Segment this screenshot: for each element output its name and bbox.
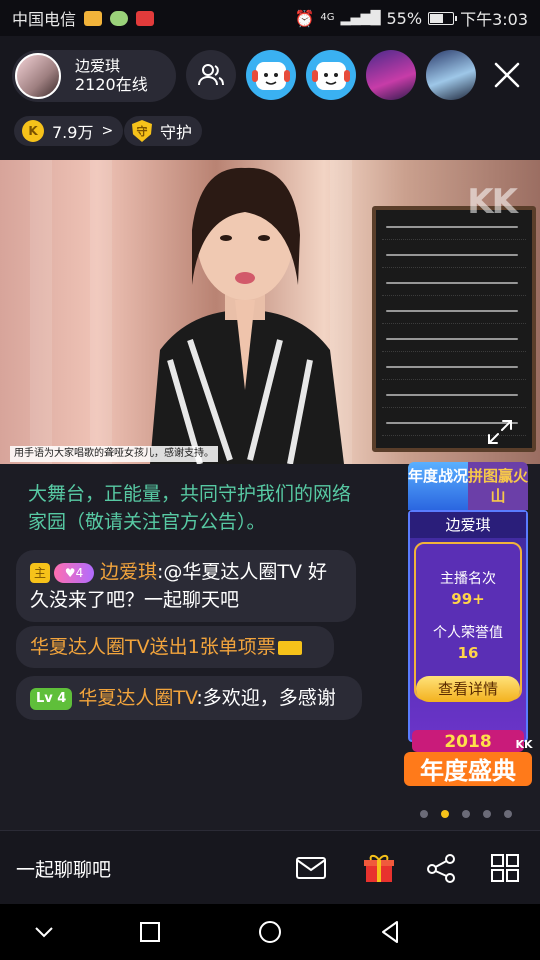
status-bar: 中国电信 ⏰ 4G ▂▄▆█ 55% 下午3:03 (0, 0, 540, 36)
tab-annual-status[interactable]: 年度战况 (408, 462, 468, 510)
board-text-line (382, 302, 526, 324)
carousel-dot-active (441, 810, 449, 818)
back-icon[interactable] (376, 918, 404, 946)
shield-icon: 守 (132, 120, 152, 142)
host-name: 边爱琪 (75, 56, 121, 75)
alarm-icon: ⏰ (294, 8, 315, 28)
gift-icon[interactable] (362, 851, 396, 885)
recent-apps-icon[interactable] (136, 918, 164, 946)
viewer-avatar[interactable] (246, 50, 296, 100)
viewer-avatar[interactable] (306, 50, 356, 100)
rank-label: 主播名次 (440, 571, 496, 587)
svg-text:2018: 2018 (444, 732, 491, 752)
board-text-line (382, 386, 526, 408)
close-icon[interactable] (492, 60, 522, 90)
chat-sender[interactable]: 华夏达人圈TV (78, 687, 196, 709)
chevron-right-icon: > (101, 123, 114, 139)
wechat-icon (110, 10, 129, 26)
gift-text: 华夏达人圈TV送出1张单项票 (30, 636, 276, 658)
curtain-stripe (90, 160, 112, 464)
event-card[interactable]: 边爱琪 主播名次 99+ 个人荣誉值 16 查看详情 (408, 510, 528, 742)
bottom-toolbar: 一起聊聊吧 (0, 830, 540, 904)
rank-value: 99+ (451, 590, 485, 608)
carrier-label: 中国电信 (12, 10, 77, 29)
event-stats: 主播名次 99+ 个人荣誉值 16 查看详情 (414, 542, 522, 702)
board-text-line (382, 274, 526, 296)
annual-gala-banner[interactable]: 2018 年度盛典 KK (398, 722, 538, 794)
app-notification-icon (84, 10, 103, 26)
users-icon (198, 64, 224, 86)
cartoon-avatar-icon (252, 62, 290, 90)
blackboard (372, 206, 536, 452)
viewer-avatar[interactable] (426, 50, 476, 100)
online-count: 2120在线 (75, 75, 148, 95)
coin-contribution[interactable]: K 7.9万 > (14, 116, 124, 146)
guard-button[interactable]: 守 守护 (124, 116, 203, 146)
curtain-stripe (30, 160, 52, 464)
chat-message[interactable]: Lv 4 华夏达人圈TV:多欢迎，多感谢 (16, 676, 362, 720)
host-badge: 主 (30, 562, 50, 583)
coin-icon: K (22, 120, 44, 142)
toutiao-icon (136, 10, 155, 26)
event-host-name: 边爱琪 (410, 512, 526, 538)
fans-button[interactable] (186, 50, 236, 100)
svg-text:年度盛典: 年度盛典 (420, 757, 516, 785)
honor-value: 16 (457, 644, 479, 662)
host-avatar[interactable] (15, 53, 61, 99)
battery-percent: 55% (386, 8, 423, 28)
chat-text: :多欢迎，多感谢 (196, 687, 336, 709)
streamer-figure (150, 167, 344, 464)
home-icon[interactable] (256, 918, 284, 946)
network-type: 4G (320, 12, 335, 23)
clock: 下午3:03 (460, 10, 528, 29)
board-text-line (382, 330, 526, 352)
honor-label: 个人荣誉值 (433, 625, 503, 641)
ticket-icon (277, 640, 302, 655)
video-caption: 用手语为大家唱歌的聋哑女孩儿，感谢支持。 (10, 446, 218, 462)
system-notice: 大舞台，正能量，共同守护我们的网络家园（敬请关注官方公告）。 (28, 483, 352, 533)
kk-watermark: KK (467, 182, 518, 222)
guard-label: 守护 (160, 123, 193, 142)
carousel-dot (420, 810, 428, 818)
view-details-button[interactable]: 查看详情 (416, 676, 520, 702)
share-icon[interactable] (424, 851, 458, 885)
grid-menu-icon[interactable] (488, 851, 522, 885)
fullscreen-icon[interactable] (486, 418, 514, 446)
fan-level-badge: ♥ 4 (54, 562, 94, 583)
room-header: 边爱琪 2120在线 K 7.9万 > 守 守护 (0, 36, 540, 160)
tab-puzzle-event[interactable]: 拼图赢火山 (468, 462, 528, 510)
live-video[interactable]: KK 用手语为大家唱歌的聋哑女孩儿，感谢支持。 (0, 160, 540, 464)
board-text-line (382, 246, 526, 268)
carousel-dot (504, 810, 512, 818)
carousel-dot (483, 810, 491, 818)
user-level-badge: Lv 4 (30, 687, 73, 710)
coin-amount: 7.9万 (52, 123, 94, 142)
viewer-avatar[interactable] (366, 50, 416, 100)
message-icon[interactable] (294, 851, 328, 885)
svg-text:KK: KK (515, 738, 533, 751)
chat-sender[interactable]: 边爱琪 (100, 561, 157, 583)
chevron-down-icon[interactable] (30, 918, 58, 946)
system-nav-bar (0, 904, 540, 960)
host-info[interactable]: 边爱琪 2120在线 (12, 50, 176, 102)
cartoon-avatar-icon (312, 62, 350, 90)
chat-message[interactable]: 主 ♥ 4 边爱琪:@华夏达人圈TV 好久没来了吧？一起聊天吧 (16, 550, 356, 622)
gift-message: 华夏达人圈TV送出1张单项票 (16, 626, 334, 668)
chat-input[interactable]: 一起聊聊吧 (16, 855, 111, 882)
board-text-line (382, 358, 526, 380)
event-tabs: 年度战况 拼图赢火山 (408, 462, 528, 510)
carousel-dot (462, 810, 470, 818)
battery-icon (428, 11, 458, 25)
signal-icon: ▂▄▆█ (340, 10, 381, 26)
carousel-dots (420, 810, 512, 818)
